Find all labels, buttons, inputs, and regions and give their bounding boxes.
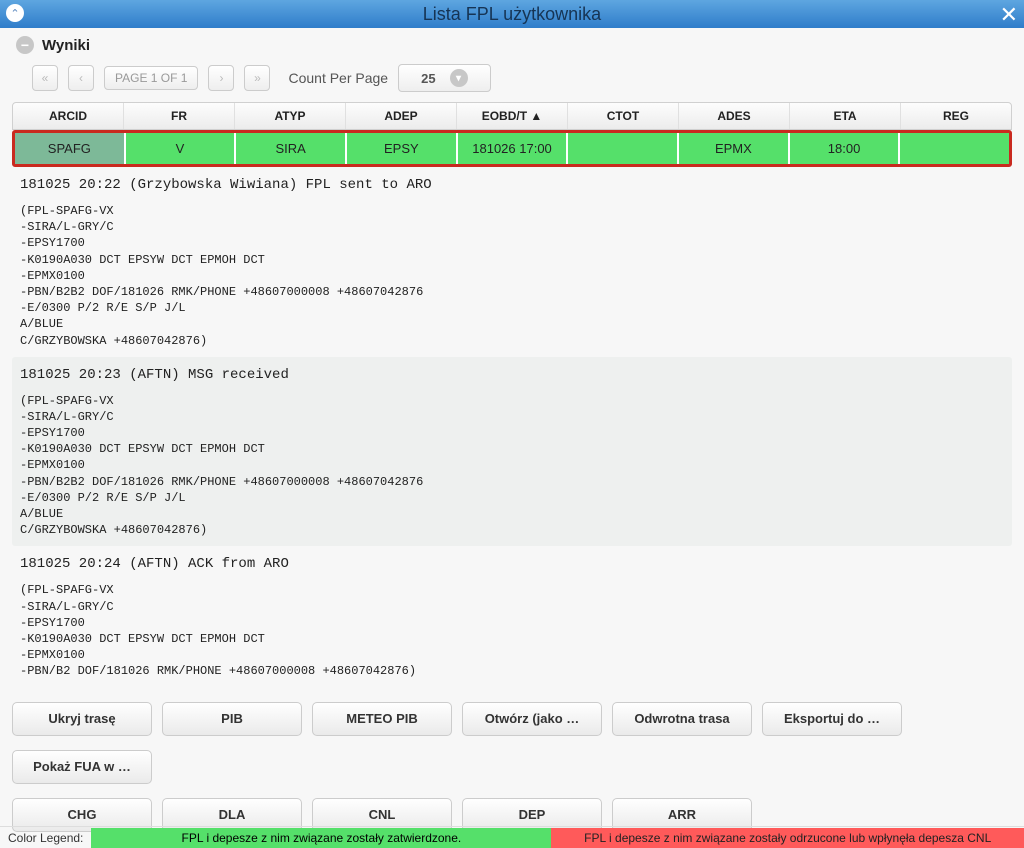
action-button[interactable]: Odwrotna trasa bbox=[612, 702, 752, 736]
button-row-1: Ukryj trasę PIB METEO PIB Otwórz (jako … Odw… bbox=[12, 702, 1012, 736]
col-ades[interactable]: ADES bbox=[679, 103, 790, 129]
message-block: 181025 20:23 (AFTN) MSG received (FPL-SPA… bbox=[12, 357, 1012, 547]
page-indicator: PAGE 1 OF 1 bbox=[104, 66, 198, 90]
action-button[interactable]: Pokaż FUA w … bbox=[12, 750, 152, 784]
col-reg[interactable]: REG bbox=[901, 103, 1011, 129]
message-header: 181025 20:23 (AFTN) MSG received bbox=[20, 367, 1004, 383]
message-header: 181025 20:24 (AFTN) ACK from ARO bbox=[20, 556, 1004, 572]
window-title: Lista FPL użytkownika bbox=[0, 4, 1024, 25]
message-block: 181025 20:22 (Grzybowska Wiwiana) FPL se… bbox=[12, 167, 1012, 357]
titlebar: ⌃ Lista FPL użytkownika ✕ bbox=[0, 0, 1024, 28]
count-per-page-value: 25 bbox=[421, 71, 435, 86]
section-label: Wyniki bbox=[42, 37, 90, 54]
page-next-button[interactable]: › bbox=[208, 65, 234, 91]
cell-ctot bbox=[568, 133, 679, 164]
cell-fr: V bbox=[126, 133, 237, 164]
action-buttons: Ukryj trasę PIB METEO PIB Otwórz (jako … Odw… bbox=[12, 702, 1012, 832]
action-button[interactable]: Ukryj trasę bbox=[12, 702, 152, 736]
table-header: ARCID FR ATYP ADEP EOBD/T ▲ CTOT ADES ET… bbox=[12, 102, 1012, 130]
cell-atyp: SIRA bbox=[236, 133, 347, 164]
action-button[interactable]: METEO PIB bbox=[312, 702, 452, 736]
count-per-page-label: Count Per Page bbox=[288, 70, 388, 86]
cell-reg bbox=[900, 133, 1009, 164]
message-block: 181025 20:24 (AFTN) ACK from ARO (FPL-SPA… bbox=[12, 546, 1012, 687]
action-button[interactable]: PIB bbox=[162, 702, 302, 736]
color-legend: Color Legend: FPL i depesze z nim związa… bbox=[0, 826, 1024, 848]
col-atyp[interactable]: ATYP bbox=[235, 103, 346, 129]
cell-eobd: 181026 17:00 bbox=[458, 133, 569, 164]
cell-arcid: SPAFG bbox=[15, 133, 126, 164]
cell-ades: EPMX bbox=[679, 133, 790, 164]
count-per-page-select[interactable]: 25 ▾ bbox=[398, 64, 490, 92]
action-button[interactable]: Otwórz (jako … bbox=[462, 702, 602, 736]
legend-label: Color Legend: bbox=[0, 831, 91, 845]
message-body: (FPL-SPAFG-VX -SIRA/L-GRY/C -EPSY1700 -K… bbox=[20, 203, 1004, 349]
action-button[interactable]: Eksportuj do … bbox=[762, 702, 902, 736]
page-prev-button[interactable]: ‹ bbox=[68, 65, 94, 91]
section-header: − Wyniki bbox=[0, 28, 1024, 64]
selected-row-highlight: SPAFG V SIRA EPSY 181026 17:00 EPMX 18:0… bbox=[12, 130, 1012, 167]
message-header: 181025 20:22 (Grzybowska Wiwiana) FPL se… bbox=[20, 177, 1004, 193]
col-fr[interactable]: FR bbox=[124, 103, 235, 129]
page-first-button[interactable]: « bbox=[32, 65, 58, 91]
col-arcid[interactable]: ARCID bbox=[13, 103, 124, 129]
chevron-down-icon: ▾ bbox=[450, 69, 468, 87]
cell-eta: 18:00 bbox=[790, 133, 901, 164]
col-adep[interactable]: ADEP bbox=[346, 103, 457, 129]
minus-icon[interactable]: − bbox=[16, 36, 34, 54]
fpl-table: ARCID FR ATYP ADEP EOBD/T ▲ CTOT ADES ET… bbox=[12, 102, 1012, 167]
col-eta[interactable]: ETA bbox=[790, 103, 901, 129]
col-eobd[interactable]: EOBD/T ▲ bbox=[457, 103, 568, 129]
legend-green: FPL i depesze z nim związane zostały zat… bbox=[91, 828, 551, 848]
pager-row: « ‹ PAGE 1 OF 1 › » Count Per Page 25 ▾ bbox=[0, 64, 1024, 102]
messages-area: 181025 20:22 (Grzybowska Wiwiana) FPL se… bbox=[12, 167, 1012, 688]
legend-red: FPL i depesze z nim związane zostały odr… bbox=[551, 828, 1024, 848]
button-row-2: Pokaż FUA w … bbox=[12, 750, 1012, 784]
table-row[interactable]: SPAFG V SIRA EPSY 181026 17:00 EPMX 18:0… bbox=[15, 133, 1009, 164]
cell-adep: EPSY bbox=[347, 133, 458, 164]
collapse-icon[interactable]: ⌃ bbox=[6, 4, 24, 22]
col-ctot[interactable]: CTOT bbox=[568, 103, 679, 129]
message-body: (FPL-SPAFG-VX -SIRA/L-GRY/C -EPSY1700 -K… bbox=[20, 582, 1004, 679]
message-body: (FPL-SPAFG-VX -SIRA/L-GRY/C -EPSY1700 -K… bbox=[20, 393, 1004, 539]
page-last-button[interactable]: » bbox=[244, 65, 270, 91]
close-icon[interactable]: ✕ bbox=[1000, 2, 1018, 28]
